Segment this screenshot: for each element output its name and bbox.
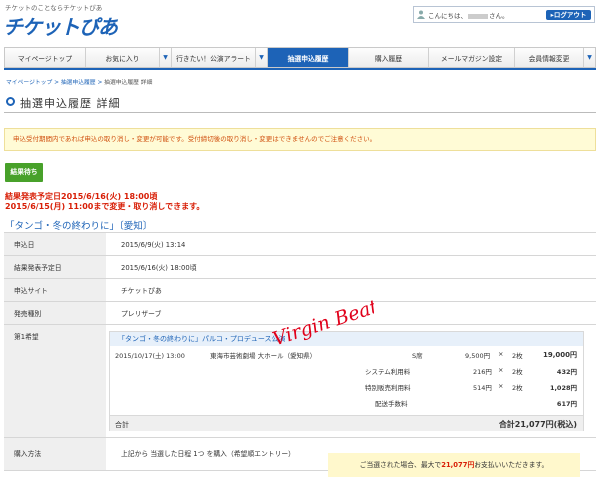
row-label: 申込日 bbox=[4, 232, 106, 256]
announcement-line1: 結果発表予定日2015/6/16(火) 18:00頃 bbox=[5, 192, 158, 201]
announcement-line2: 2015/6/15(月) 11:00まで変更・取り消しできます。 bbox=[5, 202, 205, 211]
fee-row: 特別販売利用料 514円 × 2枚 1,028円 bbox=[110, 380, 583, 392]
purchase-method-text: 上記から 当選した日程 1つ を購入（希望順エントリー） bbox=[121, 450, 295, 458]
site-header: チケットのことならチケットぴあ チケットぴあ こんにちは、 さん。 ▸ログアウト bbox=[0, 0, 600, 44]
blurred-username bbox=[468, 13, 488, 19]
nav-mail-magazine[interactable]: メールマガジン設定 bbox=[429, 48, 515, 67]
table-row: 申込日 2015/6/9(火) 13:14 bbox=[4, 232, 596, 256]
row-label: 申込サイト bbox=[4, 278, 106, 302]
breadcrumb-current: 抽選申込履歴 詳細 bbox=[104, 80, 153, 86]
chevron-down-icon[interactable]: ▼ bbox=[255, 48, 267, 67]
site-logo[interactable]: チケットぴあ bbox=[3, 11, 118, 40]
fee-unit-price: 216円 bbox=[473, 368, 492, 376]
total-value: 合計21,077円(税込) bbox=[498, 420, 577, 429]
fee-qty: 2枚 bbox=[512, 384, 523, 392]
nav-favorites[interactable]: お気に入り ▼ bbox=[86, 48, 172, 67]
breadcrumb: マイページトップ > 抽選申込履歴 > 抽選申込履歴 詳細 bbox=[6, 77, 152, 86]
nav-purchase-history[interactable]: 購入履歴 bbox=[349, 48, 429, 67]
nav-label: 抽選申込履歴 bbox=[287, 54, 329, 63]
chevron-down-icon[interactable]: ▼ bbox=[159, 48, 171, 67]
payment-note-prefix: ご当選された場合、最大で bbox=[359, 461, 442, 469]
breadcrumb-link-lottery[interactable]: 抽選申込履歴 bbox=[61, 80, 96, 86]
row-label: 第1希望 bbox=[4, 324, 106, 438]
nav-label: 行きたい！公演アラート bbox=[176, 54, 251, 63]
fee-label: 特別販売利用料 bbox=[365, 384, 411, 392]
fee-row: システム利用料 216円 × 2枚 432円 bbox=[110, 364, 583, 376]
greeting-suffix: さん。 bbox=[489, 12, 509, 20]
times-symbol: × bbox=[498, 350, 504, 358]
fee-label: 配送手数料 bbox=[375, 400, 408, 408]
total-bar: 合計 合計21,077円(税込) bbox=[110, 415, 583, 431]
result-announcement: 結果発表予定日2015/6/16(火) 18:00頃 2015/6/15(月) … bbox=[5, 192, 204, 212]
main-nav: マイページトップ お気に入り ▼ 行きたい！公演アラート ▼ 抽選申込履歴 購入履歴… bbox=[4, 47, 596, 68]
total-label: 合計 bbox=[115, 421, 129, 429]
times-symbol: × bbox=[498, 382, 504, 390]
circle-bullet-icon bbox=[6, 97, 15, 106]
performance-datetime: 2015/10/17(土) 13:00 bbox=[115, 352, 185, 360]
virgin-beat-watermark: Virgin Beat bbox=[270, 297, 374, 347]
notice-banner: 申込受付期間内であれば申込の取り消し・変更が可能です。受付締切後の取り消し・変更… bbox=[4, 128, 596, 151]
quantity: 2枚 bbox=[512, 352, 523, 360]
payment-note-suffix: お支払いいただきます。 bbox=[474, 461, 549, 469]
amount: 19,000円 bbox=[542, 351, 577, 359]
unit-price: 9,500円 bbox=[465, 352, 491, 360]
row-value: 2015/6/16(火) 18:00頃 bbox=[106, 255, 596, 279]
nav-label: お気に入り bbox=[105, 54, 140, 63]
nav-label: 会員情報変更 bbox=[528, 54, 570, 63]
fee-row: 配送手数料 617円 bbox=[110, 396, 583, 408]
watermark-text: Virgin Beat bbox=[270, 297, 374, 347]
greeting-prefix: こんにちは、 bbox=[428, 12, 467, 20]
breadcrumb-separator: > bbox=[95, 80, 105, 86]
page-title-bar: 抽選申込履歴 詳細 bbox=[4, 93, 596, 113]
payment-note: ご当選された場合、最大で21,077円お支払いいただきます。 bbox=[328, 453, 580, 477]
fee-label: システム利用料 bbox=[365, 368, 411, 376]
seat-type: S席 bbox=[412, 352, 423, 360]
nav-label: マイページトップ bbox=[17, 54, 73, 63]
logout-button[interactable]: ▸ログアウト bbox=[546, 10, 591, 20]
row-label: 発売種別 bbox=[4, 301, 106, 325]
user-box: こんにちは、 さん。 ▸ログアウト bbox=[413, 6, 595, 23]
nav-mypage-top[interactable]: マイページトップ bbox=[5, 48, 86, 67]
times-symbol: × bbox=[498, 366, 504, 374]
breadcrumb-separator: > bbox=[52, 80, 61, 86]
user-icon bbox=[417, 10, 425, 19]
row-label: 結果発表予定日 bbox=[4, 255, 106, 279]
performance-venue: 東海市芸術劇場 大ホール（愛知県） bbox=[210, 352, 317, 360]
nav-underline bbox=[4, 68, 596, 70]
nav-lottery-history[interactable]: 抽選申込履歴 bbox=[268, 48, 349, 67]
breadcrumb-link-mypage[interactable]: マイページトップ bbox=[6, 80, 52, 86]
payment-note-amount: 21,077円 bbox=[441, 461, 475, 469]
greeting: こんにちは、 さん。 bbox=[428, 10, 509, 20]
nav-alert[interactable]: 行きたい！公演アラート ▼ bbox=[172, 48, 268, 67]
fee-qty: 2枚 bbox=[512, 368, 523, 376]
nav-member-info[interactable]: 会員情報変更 ▼ bbox=[515, 48, 595, 67]
table-row: 結果発表予定日 2015/6/16(火) 18:00頃 bbox=[4, 255, 596, 279]
detail-table: 申込日 2015/6/9(火) 13:14 結果発表予定日 2015/6/16(… bbox=[4, 232, 596, 471]
row-value: 2015/6/9(火) 13:14 bbox=[106, 232, 596, 256]
page-title: 抽選申込履歴 詳細 bbox=[20, 97, 121, 110]
fee-unit-price: 514円 bbox=[473, 384, 492, 392]
nav-label: メールマガジン設定 bbox=[440, 54, 503, 63]
status-badge: 結果待ち bbox=[5, 163, 43, 182]
chevron-down-icon[interactable]: ▼ bbox=[583, 48, 595, 67]
fee-amount: 617円 bbox=[556, 400, 577, 408]
fee-amount: 432円 bbox=[556, 368, 577, 376]
nav-label: 購入履歴 bbox=[374, 54, 403, 63]
row-label: 購入方法 bbox=[4, 437, 106, 471]
fee-amount: 1,028円 bbox=[549, 384, 577, 392]
event-title: 「タンゴ・冬の終わりに」〔愛知〕 bbox=[5, 221, 153, 232]
performance-row: 2015/10/17(土) 13:00 東海市芸術劇場 大ホール（愛知県） S席… bbox=[110, 348, 583, 360]
